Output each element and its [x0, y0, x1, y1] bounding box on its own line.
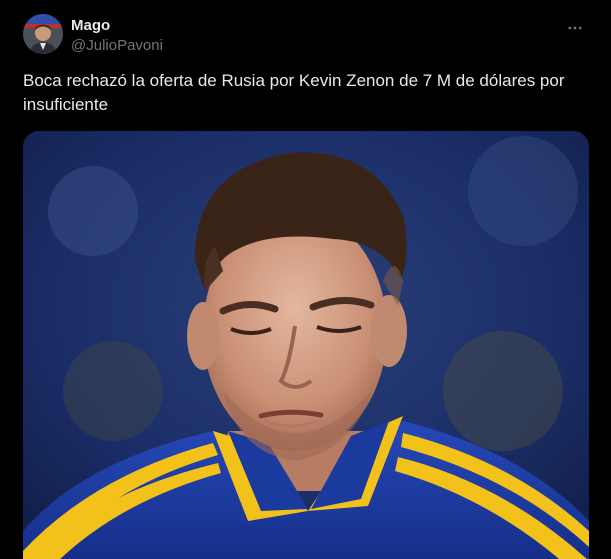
avatar[interactable]	[23, 14, 63, 54]
tweet[interactable]: Mago @JulioPavoni Boca rechazó la oferta…	[0, 0, 611, 559]
avatar-image	[23, 14, 63, 54]
more-options-button[interactable]	[563, 16, 587, 40]
tweet-header: Mago @JulioPavoni	[23, 14, 591, 58]
more-horizontal-icon	[568, 26, 582, 30]
author-handle[interactable]: @JulioPavoni	[71, 36, 163, 56]
author-info: Mago @JulioPavoni	[71, 16, 163, 56]
author-display-name[interactable]: Mago	[71, 16, 163, 36]
tweet-text: Boca rechazó la oferta de Rusia por Kevi…	[23, 71, 565, 114]
tweet-media-photo[interactable]	[23, 131, 589, 559]
player-photo	[23, 131, 589, 559]
